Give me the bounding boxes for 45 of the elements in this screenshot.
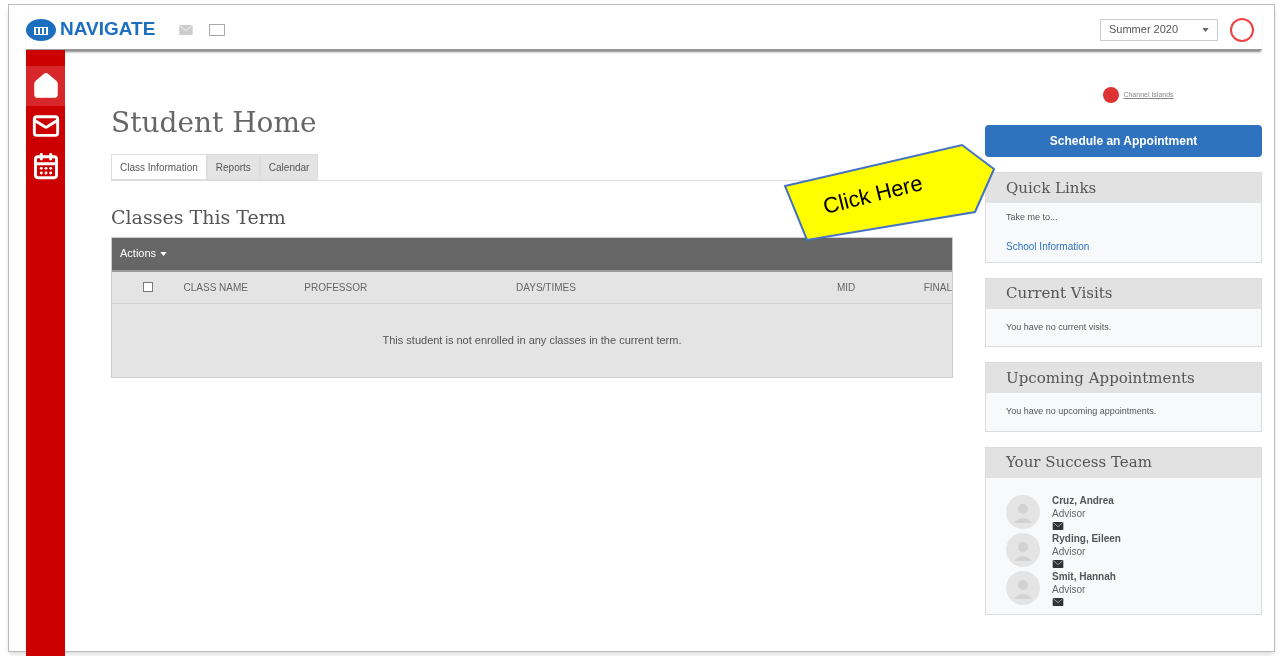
panel-text: Take me to... xyxy=(1006,211,1059,224)
mail-icon[interactable] xyxy=(1052,521,1064,530)
panel-text: You have no upcoming appointments. xyxy=(1006,405,1158,418)
panel-title: Upcoming Appointments xyxy=(1006,367,1195,389)
sidebar-item[interactable] xyxy=(26,66,65,106)
term-dropdown[interactable]: Summer 2020 xyxy=(1100,18,1218,41)
tab[interactable]: Calendar xyxy=(259,154,319,180)
calendar-icon xyxy=(31,152,60,180)
panel-title: Your Success Team xyxy=(1006,452,1152,474)
school-logo-icon xyxy=(1103,87,1120,103)
column-header: DAYS/TIMES xyxy=(515,280,577,295)
caret-icon xyxy=(1202,27,1209,32)
mail-icon[interactable] xyxy=(1052,597,1064,606)
loading-ring-icon xyxy=(1230,17,1254,42)
mail-icon[interactable] xyxy=(1052,559,1064,568)
callout-label: Click Here xyxy=(819,169,926,221)
member-name: Cruz, Andrea xyxy=(1052,493,1114,507)
brand-name: NAVIGATE xyxy=(60,17,156,42)
page-title: Student Home xyxy=(111,105,318,141)
home-icon xyxy=(31,72,60,100)
avatar-icon xyxy=(1006,532,1040,567)
select-all-checkbox[interactable] xyxy=(142,282,153,292)
member-role: Advisor xyxy=(1052,582,1087,596)
member-role: Advisor xyxy=(1052,506,1087,520)
avatar-icon xyxy=(1006,494,1040,529)
avatar-icon xyxy=(1006,570,1040,605)
logo-icon xyxy=(26,18,56,41)
quick-link[interactable]: School Information xyxy=(1006,238,1241,254)
column-header: PROFESSOR xyxy=(304,280,369,295)
member-name: Ryding, Eileen xyxy=(1052,531,1121,545)
mail-icon xyxy=(31,112,60,140)
column-header: FINAL xyxy=(922,280,952,295)
column-header: MID xyxy=(836,280,856,295)
member-name: Smit, Hannah xyxy=(1052,569,1116,583)
tab[interactable]: Reports xyxy=(206,154,260,180)
empty-message: This student is not enrolled in any classes in the current term. xyxy=(382,332,682,348)
column-header: CLASS NAME xyxy=(183,280,249,295)
member-role: Advisor xyxy=(1052,544,1087,558)
panel-title: Current Visits xyxy=(1006,283,1113,305)
actions-menu[interactable]: Actions xyxy=(120,245,168,262)
panel-text: You have no current visits. xyxy=(1006,320,1113,334)
tab[interactable]: Class Information xyxy=(111,154,207,180)
caret-icon xyxy=(160,251,168,256)
schedule-appointment-button[interactable]: Schedule an Appointment xyxy=(985,125,1262,157)
panel-title: Quick Links xyxy=(1006,177,1097,199)
